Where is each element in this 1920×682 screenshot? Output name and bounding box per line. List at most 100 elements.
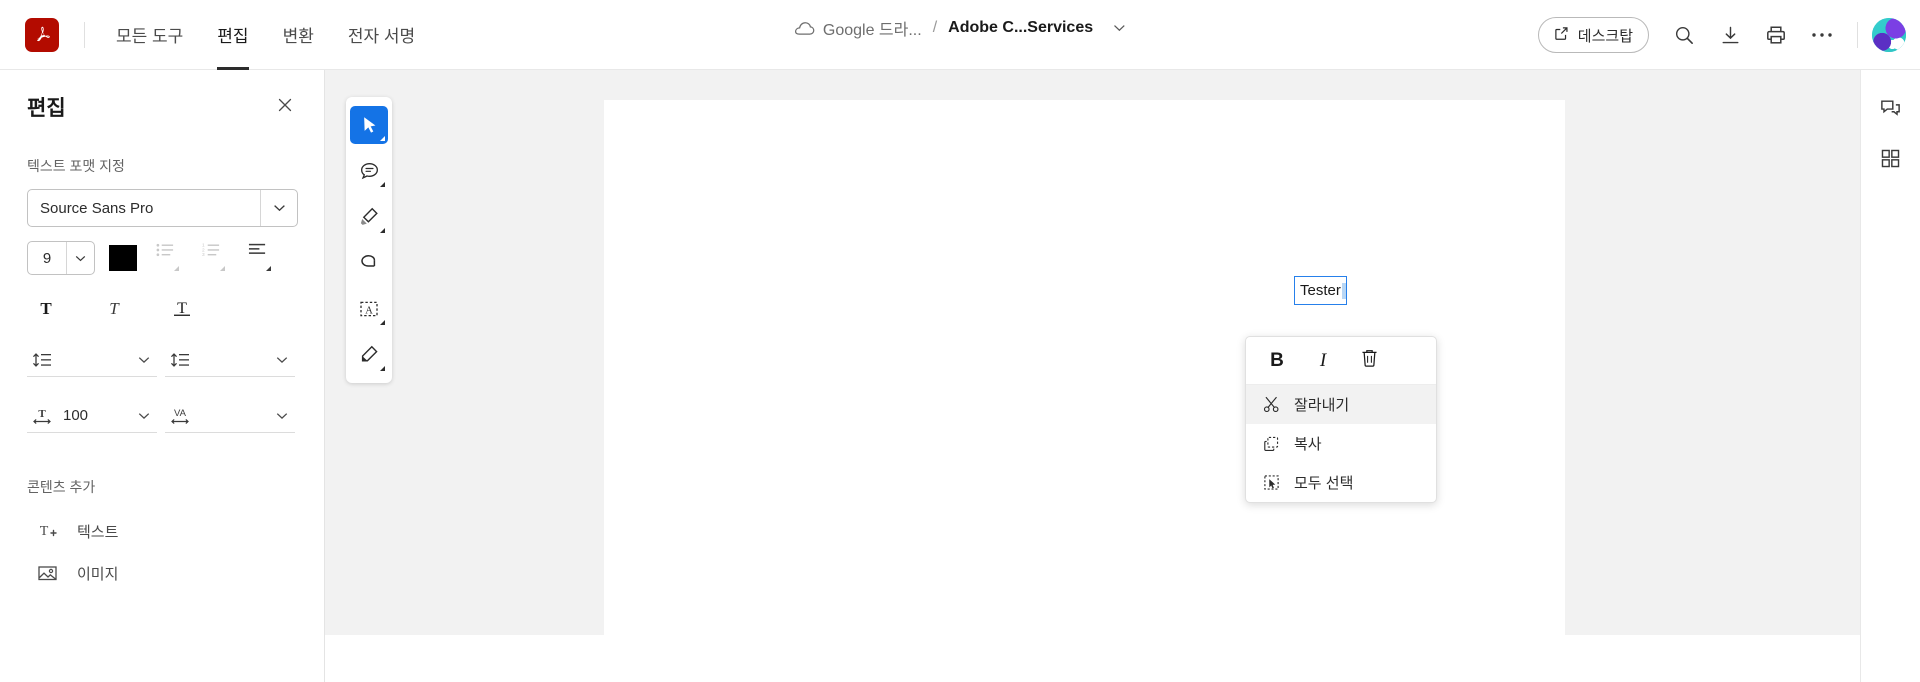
nav-tab-label: 전자 서명 — [347, 27, 416, 46]
cut-icon — [1262, 396, 1280, 413]
italic-icon[interactable]: T — [99, 293, 129, 323]
breadcrumb-separator: / — [932, 19, 938, 36]
font-size-value: 9 — [42, 249, 52, 267]
header-actions: 데스크탑 — [1537, 0, 1906, 70]
context-menu-item-label: 모두 선택 — [1294, 475, 1354, 492]
italic-button[interactable]: I — [1300, 342, 1346, 380]
bold-icon[interactable]: T — [31, 293, 61, 323]
context-menu-item-label: 복사 — [1294, 436, 1322, 453]
context-menu-item-cut[interactable]: 잘라내기 — [1246, 385, 1436, 424]
line-spacing-icon — [27, 351, 57, 369]
font-color-swatch[interactable] — [109, 245, 137, 271]
numbered-list-icon[interactable]: 1 2 3 — [193, 242, 229, 274]
context-menu-item-select-all[interactable]: 모두 선택 — [1246, 463, 1436, 502]
edit-panel: 편집 텍스트 포맷 지정 Source Sans Pro 9 1 2 3 T T… — [0, 70, 325, 682]
scale-tracking-row: T 100 VA — [27, 399, 297, 433]
paragraph-spacing-field[interactable] — [165, 343, 295, 377]
font-family-value: Source Sans Pro — [40, 199, 154, 217]
horizontal-scale-value: 100 — [63, 407, 89, 424]
add-text-button[interactable]: T 텍스트 — [27, 510, 297, 552]
nav-tab-label: 변환 — [282, 27, 314, 46]
annotation-toolbar: A — [346, 97, 392, 383]
font-size-select[interactable]: 9 — [27, 241, 95, 275]
nav-tab-label: 모든 도구 — [116, 27, 184, 46]
chevron-down-icon — [66, 242, 94, 274]
header-actions-divider — [1857, 22, 1858, 48]
external-link-icon — [1554, 26, 1569, 45]
more-options-icon[interactable] — [1801, 14, 1843, 56]
search-icon[interactable] — [1663, 14, 1705, 56]
nav-tabs: 모든 도구 편집 변환 전자 서명 — [99, 0, 432, 70]
spacing-row — [27, 343, 297, 377]
close-icon[interactable] — [273, 93, 297, 121]
tracking-icon: VA — [165, 406, 195, 426]
header-divider — [84, 21, 85, 48]
chevron-down-icon — [269, 412, 295, 420]
comment-tool-icon[interactable] — [350, 152, 388, 190]
chevron-down-icon[interactable] — [1113, 24, 1126, 32]
svg-text:T: T — [109, 299, 120, 318]
add-image-button[interactable]: 이미지 — [27, 552, 297, 594]
page-title: 편집 — [27, 97, 66, 120]
comments-panel-icon[interactable] — [1871, 88, 1911, 128]
horizontal-scale-field[interactable]: T 100 — [27, 399, 157, 433]
open-in-desktop-label: 데스크탑 — [1577, 27, 1633, 45]
chevron-down-icon — [260, 190, 297, 226]
font-size-row: 9 1 2 3 — [27, 241, 297, 275]
text-box-value: Tester — [1300, 282, 1341, 299]
text-style-row: T T T — [27, 293, 297, 323]
underline-icon[interactable]: T — [167, 293, 197, 323]
draw-signature-tool-icon[interactable] — [350, 336, 388, 374]
horizontal-scale-icon: T — [27, 406, 57, 426]
bullet-list-icon[interactable] — [147, 242, 183, 274]
tracking-field[interactable]: VA — [165, 399, 295, 433]
pdf-page[interactable]: Tester B I 잘라내기 복사 모두 선택 — [604, 100, 1565, 635]
all-tools-grid-icon[interactable] — [1871, 138, 1911, 178]
paragraph-spacing-icon — [165, 351, 195, 369]
eraser-tool-icon[interactable] — [350, 244, 388, 282]
cloud-icon — [794, 21, 815, 36]
trash-icon — [1360, 348, 1379, 373]
svg-text:T: T — [40, 524, 49, 539]
svg-text:T: T — [177, 300, 187, 317]
add-image-icon — [37, 563, 59, 583]
print-icon[interactable] — [1755, 14, 1797, 56]
nav-tab-label: 편집 — [217, 27, 249, 46]
document-canvas: Tester B I 잘라내기 복사 모두 선택 A — [325, 70, 1920, 635]
line-spacing-field[interactable] — [27, 343, 157, 377]
svg-text:A: A — [365, 305, 373, 316]
right-sidebar — [1860, 70, 1920, 682]
breadcrumb-source[interactable]: Google 드라... — [823, 16, 922, 40]
text-align-icon[interactable] — [239, 242, 275, 274]
acrobat-web-app: 모든 도구 편집 변환 전자 서명 Google 드라... / Adobe C… — [0, 0, 1920, 682]
add-content-section-label: 콘텐츠 추가 — [27, 479, 96, 495]
add-image-label: 이미지 — [77, 565, 119, 583]
open-in-desktop-button[interactable]: 데스크탑 — [1537, 17, 1649, 53]
nav-tab-edit[interactable]: 편집 — [200, 0, 265, 70]
editable-text-box[interactable]: Tester — [1294, 276, 1347, 305]
breadcrumb-document-title[interactable]: Adobe C...Services — [948, 19, 1093, 37]
context-menu-item-copy[interactable]: 복사 — [1246, 424, 1436, 463]
chevron-down-icon — [269, 356, 295, 364]
nav-tab-e-sign[interactable]: 전자 서명 — [331, 0, 432, 70]
text-context-menu: B I 잘라내기 복사 모두 선택 — [1245, 336, 1437, 503]
copy-icon — [1262, 435, 1280, 452]
delete-button[interactable] — [1346, 342, 1392, 380]
avatar[interactable] — [1872, 18, 1906, 52]
nav-tab-convert[interactable]: 변환 — [266, 0, 331, 70]
acrobat-logo-icon[interactable] — [25, 17, 59, 52]
select-tool-icon[interactable] — [350, 106, 388, 144]
nav-tab-all-tools[interactable]: 모든 도구 — [99, 0, 200, 70]
highlight-tool-icon[interactable] — [350, 198, 388, 236]
app-header: 모든 도구 편집 변환 전자 서명 Google 드라... / Adobe C… — [0, 0, 1920, 70]
add-text-label: 텍스트 — [77, 523, 119, 541]
text-caret — [1341, 282, 1346, 299]
logo-container — [0, 17, 84, 52]
bold-button[interactable]: B — [1254, 342, 1300, 380]
font-family-select[interactable]: Source Sans Pro — [27, 189, 298, 227]
text-box-tool-icon[interactable]: A — [350, 290, 388, 328]
context-menu-toolbar: B I — [1246, 337, 1436, 385]
download-icon[interactable] — [1709, 14, 1751, 56]
breadcrumb: Google 드라... / Adobe C...Services — [794, 16, 1126, 40]
add-text-icon: T — [37, 521, 59, 541]
